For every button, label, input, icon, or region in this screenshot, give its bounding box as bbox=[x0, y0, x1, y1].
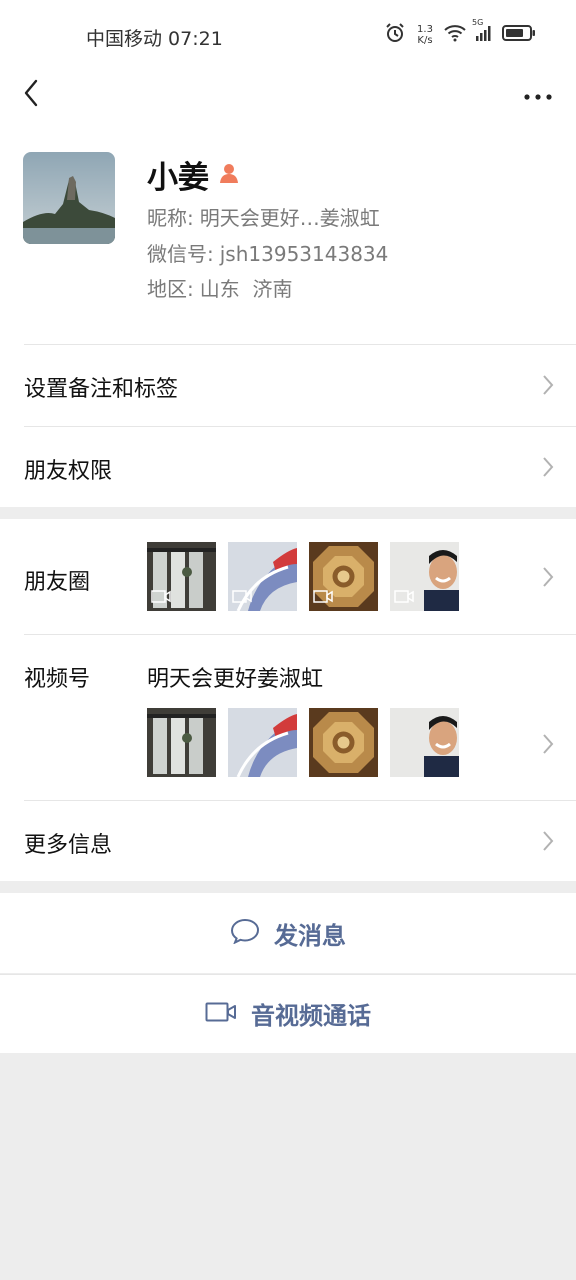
channels-thumbnail bbox=[309, 708, 378, 777]
more-dots-icon bbox=[523, 86, 553, 105]
video-camera-icon bbox=[232, 588, 252, 607]
video-camera-icon bbox=[151, 588, 171, 607]
divider bbox=[0, 974, 576, 975]
carrier-time: 中国移动 07:21 bbox=[86, 28, 223, 50]
chevron-right-icon bbox=[542, 566, 554, 592]
remark-tags-row[interactable]: 设置备注和标签 bbox=[0, 344, 576, 426]
cellular-signal-icon: 5G bbox=[472, 18, 494, 46]
send-message-button[interactable]: 发消息 bbox=[0, 893, 576, 973]
channels-thumbnail bbox=[390, 708, 459, 777]
divider bbox=[24, 426, 576, 427]
moments-thumbnail bbox=[147, 542, 216, 611]
moments-row[interactable]: 朋友圈 bbox=[0, 519, 576, 634]
nickname-value: 明天会更好…姜淑虹 bbox=[199, 206, 380, 230]
chat-bubble-icon bbox=[230, 918, 260, 948]
moments-thumbnail bbox=[390, 542, 459, 611]
person-icon bbox=[218, 162, 240, 188]
chevron-right-icon bbox=[542, 374, 554, 400]
divider bbox=[24, 634, 576, 635]
more-info-label: 更多信息 bbox=[24, 833, 113, 858]
channels-thumbnail bbox=[147, 708, 216, 777]
more-info-row[interactable]: 更多信息 bbox=[0, 800, 576, 881]
channels-thumbnail bbox=[228, 708, 297, 777]
divider bbox=[24, 344, 576, 345]
moments-thumbnail bbox=[228, 542, 297, 611]
friend-permissions-row[interactable]: 朋友权限 bbox=[0, 426, 576, 507]
wifi-icon bbox=[444, 24, 466, 46]
moments-thumbnail bbox=[309, 542, 378, 611]
back-button[interactable] bbox=[14, 78, 48, 112]
channels-name: 明天会更好姜淑虹 bbox=[147, 667, 324, 692]
chevron-right-icon bbox=[542, 733, 554, 759]
region-value: 山东 济南 bbox=[199, 277, 293, 301]
channels-label: 视频号 bbox=[24, 667, 91, 692]
profile-header: 小姜 昵称: 明天会更好…姜淑虹 微信号: jsh13953143834 地区: 山东… bbox=[0, 118, 576, 344]
status-bar: 中国移动 07:21 1.3 K/s 5G bbox=[0, 0, 576, 72]
chevron-right-icon bbox=[542, 456, 554, 482]
region-line: 地区: 山东 济南 bbox=[147, 273, 292, 302]
chevron-right-icon bbox=[542, 830, 554, 856]
wechat-id-label: 微信号: bbox=[147, 242, 214, 266]
remark-tags-label: 设置备注和标签 bbox=[24, 377, 179, 402]
speed-unit: K/s bbox=[417, 35, 433, 46]
video-call-button[interactable]: 音视频通话 bbox=[0, 974, 576, 1053]
network-type: 5G bbox=[472, 18, 484, 27]
battery-icon bbox=[502, 24, 536, 46]
chevron-left-icon bbox=[23, 79, 39, 111]
region-label: 地区: bbox=[147, 277, 194, 301]
friend-permissions-label: 朋友权限 bbox=[24, 459, 113, 484]
nav-bar bbox=[0, 72, 576, 118]
status-icons: 1.3 K/s 5G bbox=[384, 18, 536, 48]
send-message-label: 发消息 bbox=[274, 921, 346, 950]
video-camera-icon bbox=[205, 1002, 237, 1026]
speed-value: 1.3 bbox=[417, 24, 433, 35]
moments-label: 朋友圈 bbox=[24, 570, 91, 595]
contact-name: 小姜 bbox=[147, 160, 209, 196]
nickname-line: 昵称: 明天会更好…姜淑虹 bbox=[147, 202, 380, 231]
network-speed: 1.3 K/s bbox=[414, 24, 436, 46]
wechat-id-line: 微信号: jsh13953143834 bbox=[147, 238, 388, 267]
divider bbox=[24, 800, 576, 801]
video-camera-icon bbox=[313, 588, 333, 607]
alarm-icon bbox=[384, 22, 406, 48]
channels-row[interactable]: 视频号 明天会更好姜淑虹 bbox=[0, 634, 576, 800]
video-camera-icon bbox=[394, 588, 414, 607]
nickname-label: 昵称: bbox=[147, 206, 194, 230]
wechat-id-value: jsh13953143834 bbox=[219, 242, 389, 266]
video-call-label: 音视频通话 bbox=[251, 1002, 371, 1030]
avatar[interactable] bbox=[23, 152, 115, 244]
more-button[interactable] bbox=[520, 78, 556, 112]
